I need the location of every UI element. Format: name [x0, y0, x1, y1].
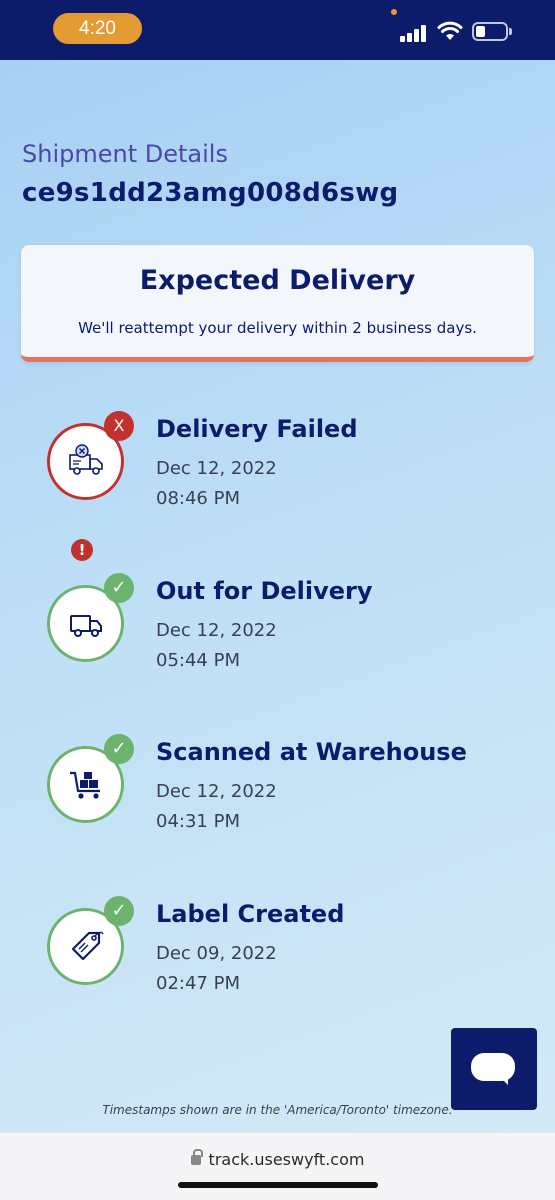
privacy-indicator-dot — [391, 9, 397, 15]
event-date: Dec 12, 2022 — [156, 458, 277, 479]
failed-delivery-truck-icon — [69, 444, 103, 475]
label-tag-icon — [71, 931, 104, 961]
alert-icon[interactable]: ! — [71, 539, 93, 561]
timeline-event-label-created: ✓ Label Created Dec 09, 2022 02:47 PM — [0, 896, 555, 1018]
status-bar: 4:20 — [0, 0, 555, 60]
event-time: 02:47 PM — [156, 973, 240, 994]
event-time: 04:31 PM — [156, 811, 240, 832]
failed-x-icon: X — [104, 411, 134, 441]
battery-icon — [472, 22, 512, 41]
event-time: 05:44 PM — [156, 650, 240, 671]
browser-address-bar[interactable]: track.useswyft.com — [0, 1132, 555, 1200]
check-icon: ✓ — [104, 896, 134, 926]
event-title: Scanned at Warehouse — [156, 738, 467, 766]
lock-icon — [190, 1149, 203, 1165]
event-title: Label Created — [156, 900, 345, 928]
event-date: Dec 12, 2022 — [156, 620, 277, 641]
timezone-note: Timestamps shown are in the 'America/Tor… — [102, 1103, 453, 1117]
check-icon: ✓ — [104, 573, 134, 603]
event-date: Dec 12, 2022 — [156, 781, 277, 802]
delivery-truck-icon — [70, 615, 102, 637]
timeline-event-scanned-at-warehouse: ✓ Scanned at Warehouse Dec 12, 2022 04:3… — [0, 734, 555, 856]
event-title: Out for Delivery — [156, 577, 373, 605]
url-display[interactable]: track.useswyft.com — [0, 1149, 555, 1169]
url-text: track.useswyft.com — [208, 1150, 365, 1169]
expected-delivery-message: We'll reattempt your delivery within 2 b… — [78, 319, 477, 337]
status-time: 4:20 — [53, 13, 142, 44]
home-indicator[interactable] — [178, 1182, 378, 1188]
timeline-event-out-for-delivery: ✓ Out for Delivery Dec 12, 2022 05:44 PM — [0, 573, 555, 695]
expected-delivery-card: Expected Delivery We'll reattempt your d… — [21, 245, 534, 362]
tracking-page: Shipment Details ce9s1dd23amg008d6swg Ex… — [0, 60, 555, 1132]
event-title: Delivery Failed — [156, 415, 358, 443]
warehouse-cart-icon — [70, 771, 100, 799]
check-icon: ✓ — [104, 734, 134, 764]
timeline-event-delivery-failed: X Delivery Failed Dec 12, 2022 08:46 PM — [0, 411, 555, 533]
event-time: 08:46 PM — [156, 488, 240, 509]
expected-delivery-title: Expected Delivery — [139, 265, 416, 296]
chat-bubble-icon — [471, 1053, 515, 1085]
cellular-signal-icon — [400, 24, 430, 42]
tracking-number: ce9s1dd23amg008d6swg — [22, 178, 399, 208]
wifi-icon — [437, 21, 463, 40]
event-date: Dec 09, 2022 — [156, 943, 277, 964]
chat-button[interactable] — [451, 1028, 537, 1110]
shipment-details-label: Shipment Details — [22, 140, 228, 168]
